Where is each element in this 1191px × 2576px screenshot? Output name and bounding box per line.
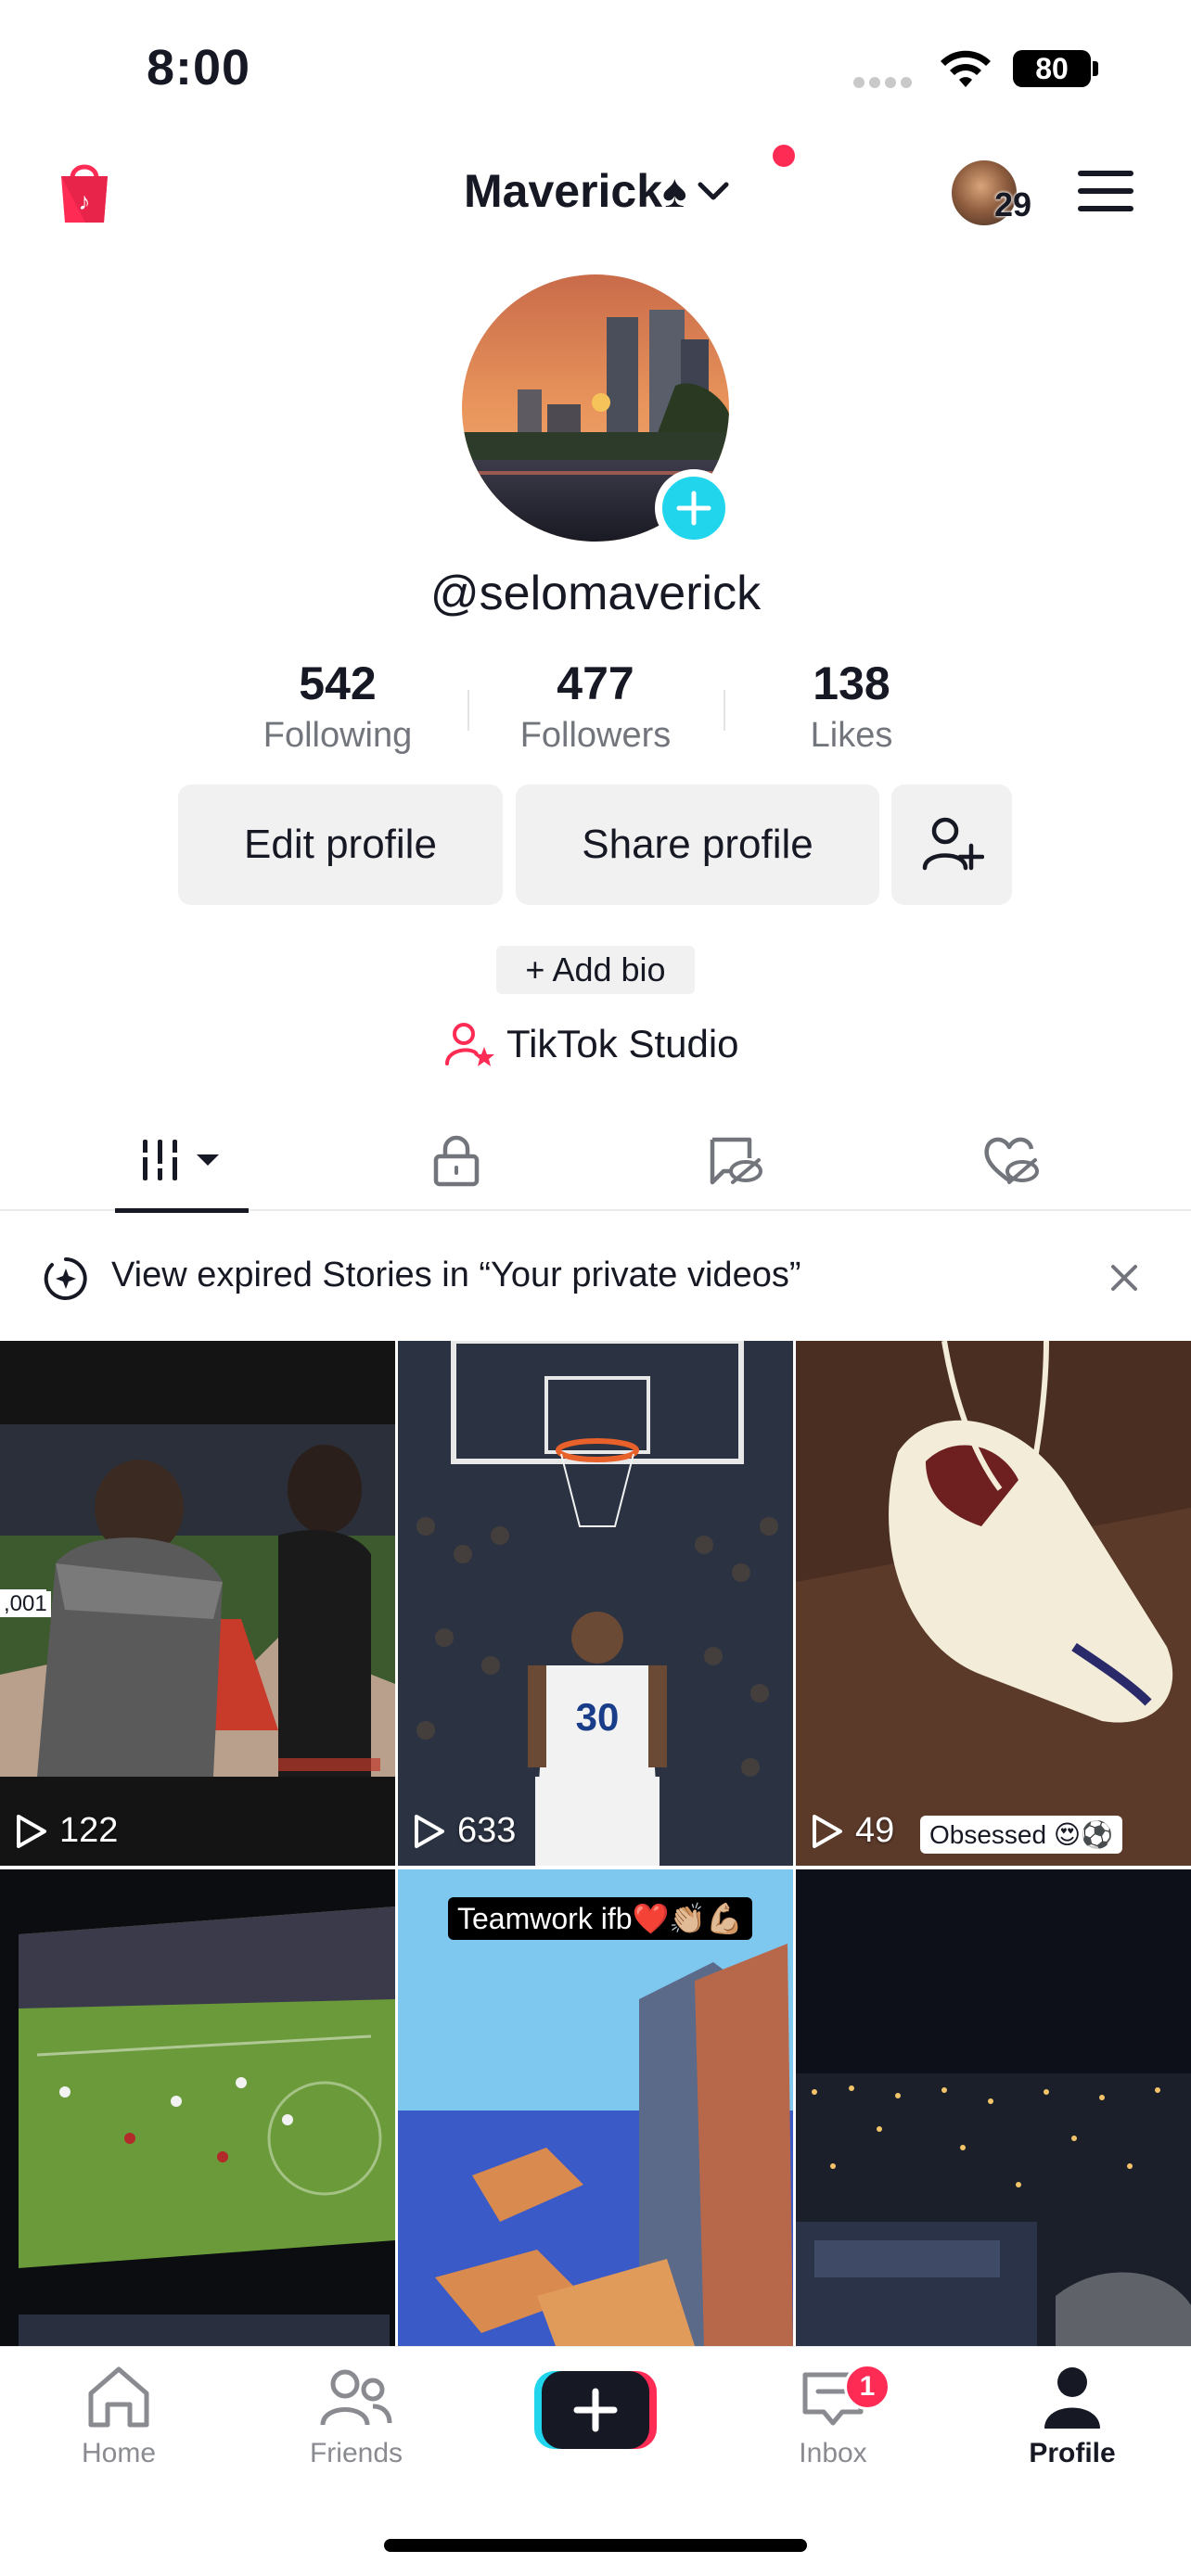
signal-icon (853, 76, 918, 89)
nav-label: Friends (309, 2438, 403, 2468)
nav-home[interactable]: Home (26, 2364, 211, 2493)
expired-stories-banner[interactable]: View expired Stories in “Your private vi… (0, 1213, 1191, 1341)
stat-divider (724, 690, 725, 731)
play-icon (813, 1814, 842, 1848)
notification-dot (773, 145, 795, 167)
close-icon[interactable] (1108, 1261, 1141, 1294)
tab-private[interactable] (401, 1109, 512, 1211)
stat-value: 477 (557, 657, 634, 709)
now-count: 29 (994, 185, 1032, 223)
profile-stats: 542 Following 477 Followers 138 Likes (0, 657, 1191, 768)
video-thumbnail[interactable]: ,001 122 (0, 1341, 395, 1866)
wifi-icon (941, 50, 991, 87)
status-time: 8:00 (147, 40, 251, 96)
status-bar: 8:00 80 (0, 0, 1191, 139)
stat-label: Followers (519, 716, 672, 755)
video-grid: ,001 122 30 633 49 Obsessed 😍⚽ Teamwork … (0, 1341, 1191, 2346)
video-thumbnail[interactable]: 30 633 (398, 1341, 793, 1866)
video-thumbnail[interactable]: 49 Obsessed 😍⚽ (796, 1341, 1191, 1866)
play-icon (17, 1814, 46, 1848)
stat-label: Following (263, 716, 413, 755)
view-count: 122 (15, 1811, 118, 1851)
view-count: 49 (811, 1811, 894, 1851)
nav-inbox[interactable]: 1 Inbox (740, 2364, 926, 2493)
create-button[interactable] (534, 2371, 657, 2449)
menu-icon[interactable] (1076, 167, 1135, 215)
grid-filter-icon (139, 1140, 219, 1180)
lock-icon (433, 1135, 480, 1187)
edit-profile-button[interactable]: Edit profile (178, 784, 503, 905)
add-person-icon (922, 817, 984, 871)
chevron-down-icon (698, 182, 729, 200)
stat-followers[interactable]: 477 Followers (493, 657, 698, 756)
overlay-text: ,001 (0, 1591, 51, 1617)
tab-liked[interactable] (955, 1109, 1067, 1211)
profile-actions: Edit profile Share profile (0, 784, 1191, 905)
nav-label: Home (81, 2438, 157, 2468)
username: @selomaverick (429, 567, 762, 620)
stat-divider (467, 690, 469, 731)
add-friend-button[interactable] (891, 784, 1012, 905)
stories-sparkle-icon (44, 1257, 87, 1300)
stat-following[interactable]: 542 Following (236, 657, 440, 756)
tab-reposts[interactable] (679, 1109, 790, 1211)
video-thumbnail[interactable] (0, 1869, 395, 2346)
studio-label: TikTok Studio (506, 1022, 739, 1065)
stat-likes[interactable]: 138 Likes (749, 657, 954, 756)
nav-friends[interactable]: Friends (263, 2364, 449, 2493)
play-icon (415, 1814, 444, 1848)
shop-bag-icon[interactable]: ♪ (58, 158, 111, 226)
nav-label: Inbox (799, 2438, 867, 2468)
video-thumbnail[interactable] (796, 1869, 1191, 2346)
battery-icon: 80 (1013, 46, 1100, 91)
view-count: 633 (413, 1811, 516, 1851)
battery-level: 80 (1035, 51, 1069, 85)
stat-label: Likes (810, 716, 893, 755)
add-bio-button[interactable]: + Add bio (496, 946, 695, 994)
friends-icon (320, 2369, 392, 2426)
home-indicator (384, 2539, 807, 2552)
video-thumbnail[interactable]: Teamwork ifb❤️👏🏼💪🏼 (398, 1869, 793, 2346)
stat-value: 542 (299, 657, 377, 709)
nav-label: Profile (1029, 2438, 1116, 2468)
view-count-value: 633 (457, 1811, 517, 1850)
share-profile-button[interactable]: Share profile (516, 784, 879, 905)
video-caption: Obsessed 😍⚽ (920, 1816, 1122, 1854)
add-avatar-button[interactable] (655, 469, 733, 547)
view-count-value: 49 (855, 1811, 895, 1850)
nav-profile[interactable]: Profile (980, 2364, 1165, 2493)
svg-text:30: 30 (576, 1695, 620, 1739)
creator-star-icon (445, 1023, 494, 1066)
view-count-value: 122 (59, 1811, 119, 1850)
video-caption: Teamwork ifb❤️👏🏼💪🏼 (448, 1897, 753, 1940)
profile-icon (1044, 2367, 1100, 2429)
banner-text: View expired Stories in “Your private vi… (111, 1256, 801, 1294)
account-switcher[interactable]: Maverick♠ (464, 161, 732, 221)
tiktok-studio-link[interactable]: TikTok Studio (445, 1016, 739, 1072)
hidden-reposts-icon (710, 1137, 762, 1185)
home-icon (88, 2366, 149, 2428)
account-name: Maverick♠ (464, 165, 687, 217)
content-tabs (0, 1109, 1191, 1213)
hidden-likes-icon (984, 1137, 1039, 1184)
inbox-badge: 1 (844, 2364, 890, 2410)
tab-videos[interactable] (115, 1109, 249, 1213)
stat-value: 138 (813, 657, 890, 709)
svg-text:♪: ♪ (79, 187, 91, 215)
top-nav: ♪ Maverick♠ 29 (0, 139, 1191, 250)
